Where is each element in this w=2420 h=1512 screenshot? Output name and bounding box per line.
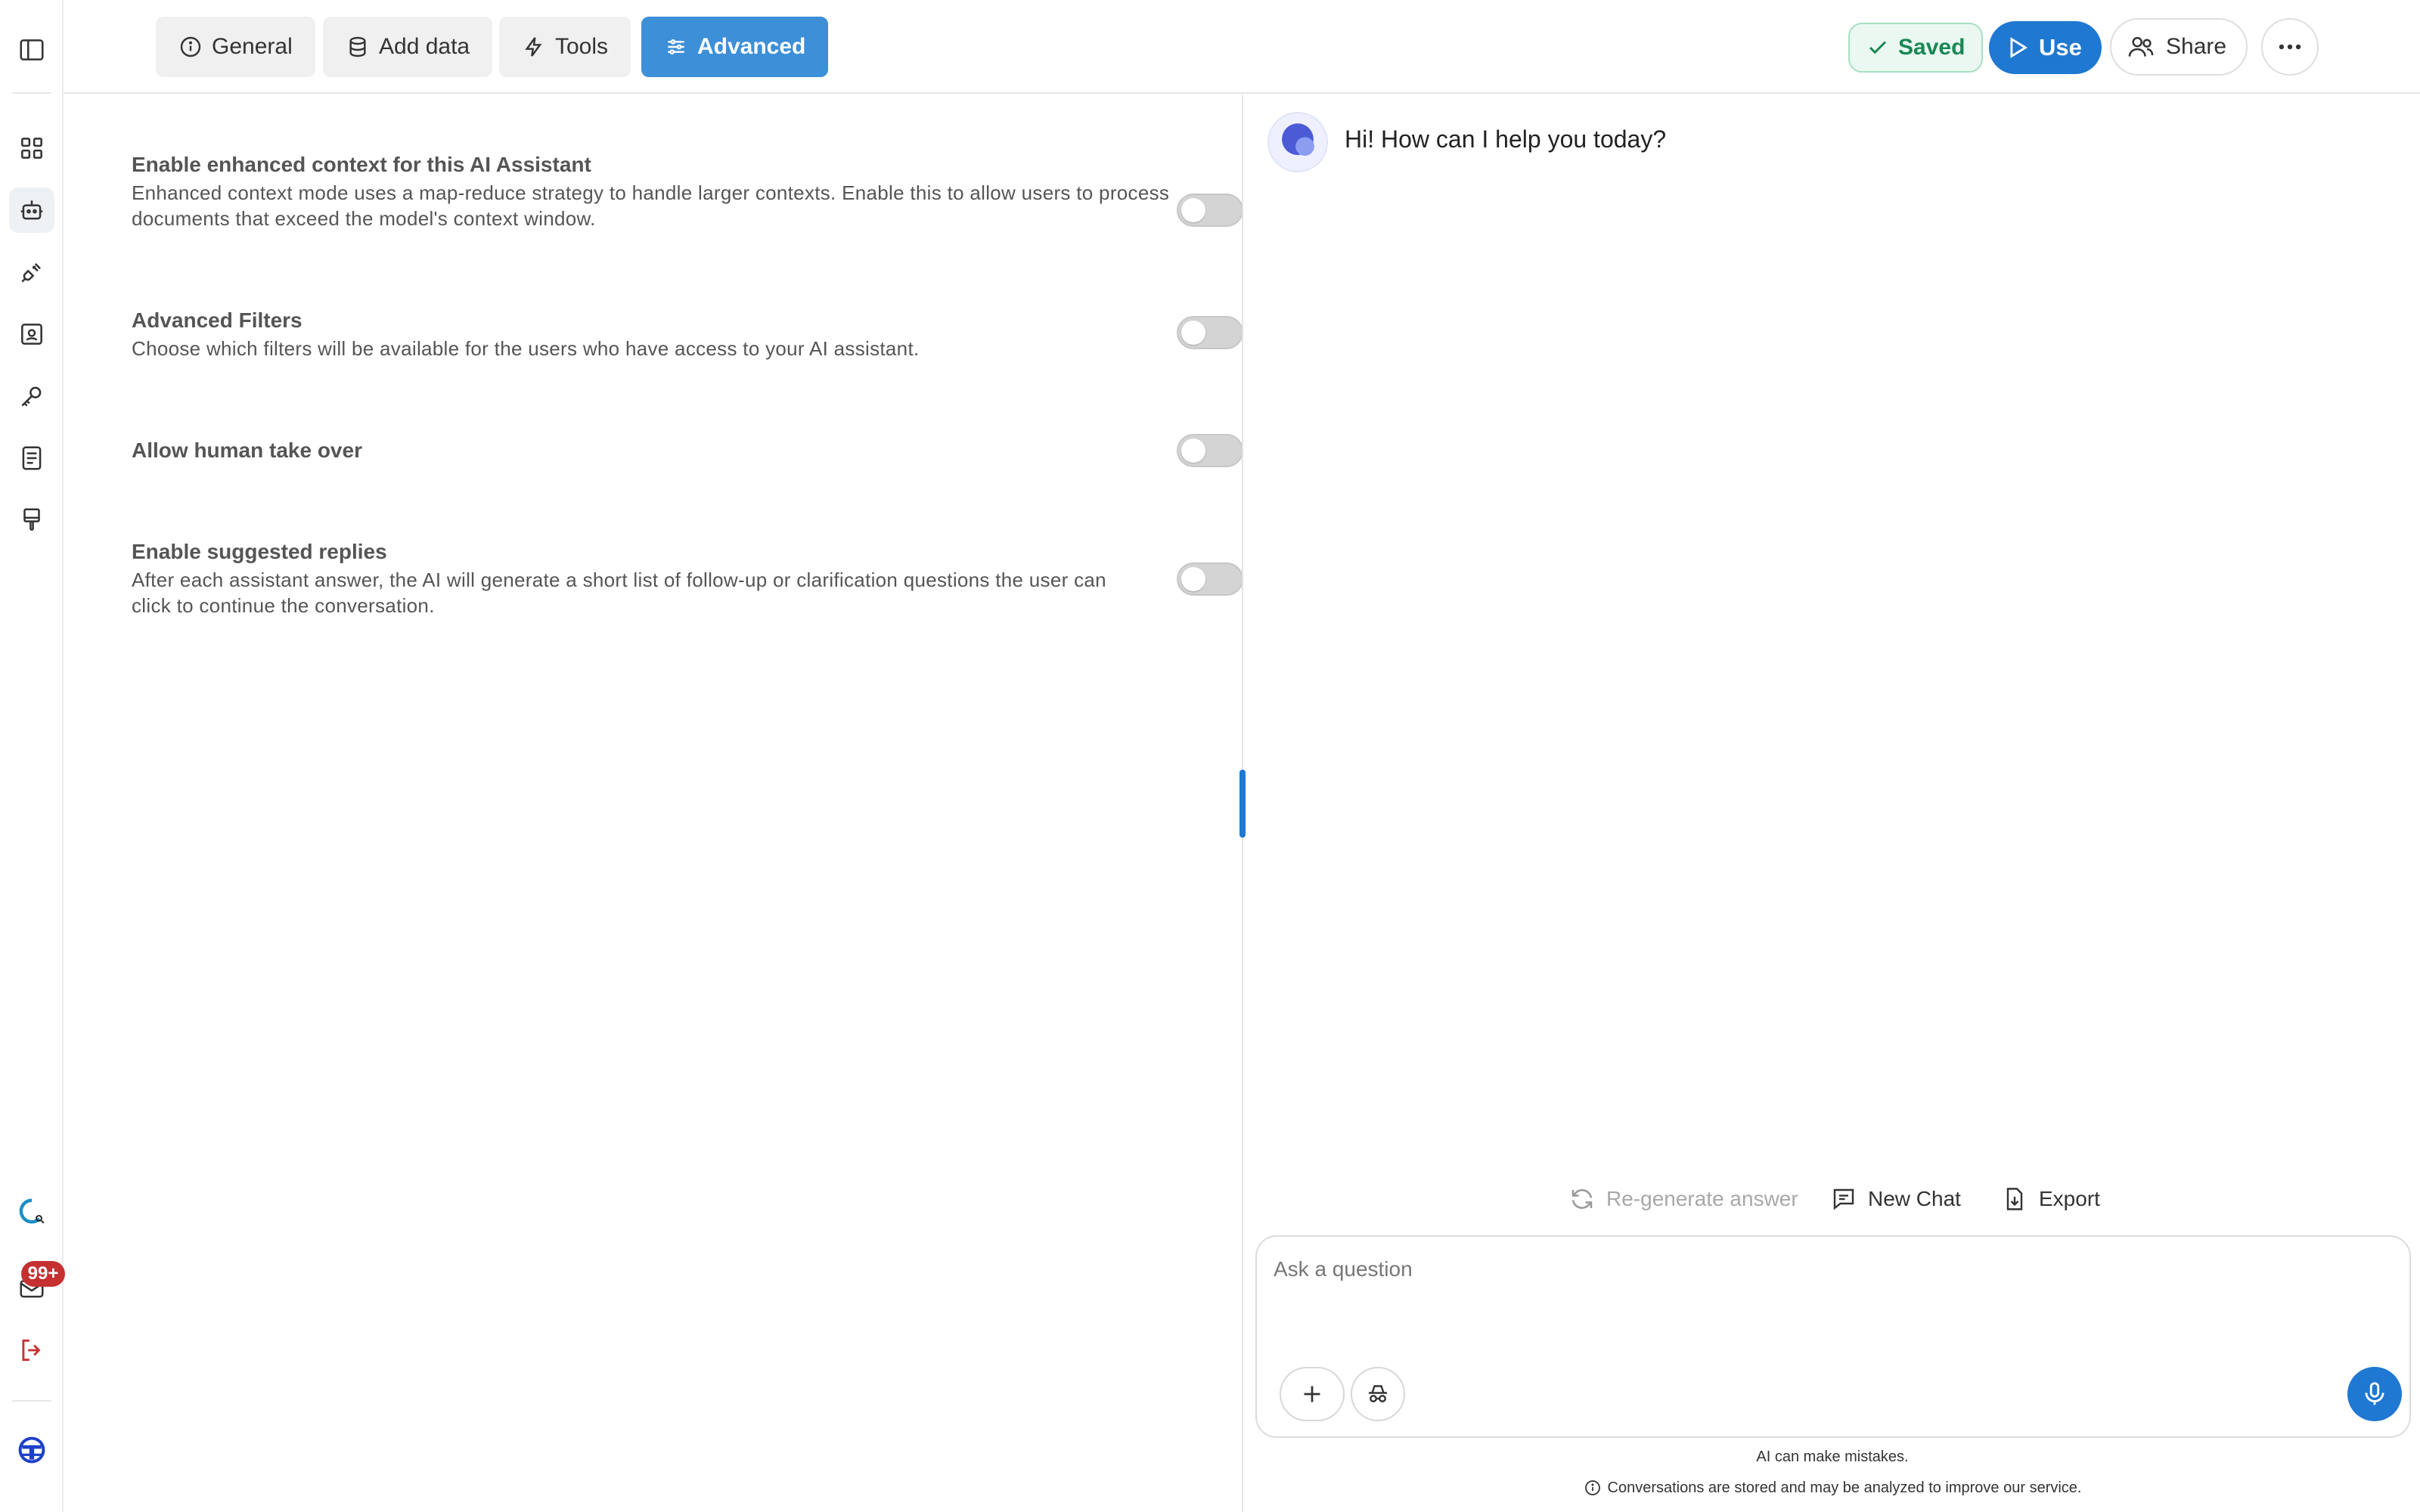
setting-title: Advanced Filters: [132, 308, 302, 332]
new-chat-button[interactable]: New Chat: [1830, 1185, 1961, 1213]
regenerate-label: Re-generate answer: [1606, 1187, 1798, 1210]
chat-composer: [1255, 1235, 2411, 1438]
setting-suggested-replies: Enable suggested replies After each assi…: [132, 537, 1243, 618]
left-rail: 99+: [0, 0, 65, 1512]
logout-icon[interactable]: [9, 1328, 54, 1373]
sliders-icon: [668, 39, 684, 54]
setting-advanced-filters: Advanced Filters Choose which filters wi…: [132, 305, 1243, 361]
setting-title: Enable suggested replies: [132, 540, 387, 563]
tab-advanced[interactable]: Advanced: [641, 17, 829, 77]
storage-notice: Conversations are stored and may be anal…: [1245, 1479, 2420, 1497]
users-icon: [2128, 36, 2154, 57]
saved-label: Saved: [1898, 35, 1965, 60]
microphone-icon: [2365, 1382, 2384, 1405]
export-label: Export: [2039, 1187, 2100, 1210]
microphone-button[interactable]: [2347, 1367, 2402, 1421]
share-button[interactable]: Share: [2110, 18, 2248, 76]
info-icon: [1584, 1480, 1600, 1495]
setting-description: Choose which filters will be available f…: [132, 337, 920, 360]
robot-icon[interactable]: [9, 187, 54, 233]
saved-status: Saved: [1848, 23, 1984, 73]
storage-notice-text: Conversations are stored and may be anal…: [1607, 1479, 2082, 1496]
tab-label: Tools: [555, 34, 609, 59]
sidebar-toggle-icon[interactable]: [9, 27, 54, 73]
tab-general[interactable]: General: [156, 17, 315, 77]
brush-icon[interactable]: [9, 497, 54, 543]
setting-description: After each assistant answer, the AI will…: [132, 569, 1106, 617]
incognito-icon: [1369, 1385, 1387, 1402]
question-input[interactable]: [1274, 1250, 2332, 1288]
tab-label: General: [212, 34, 293, 59]
plus-icon: [1304, 1386, 1320, 1402]
scan-icon[interactable]: [9, 311, 54, 357]
key-icon[interactable]: [9, 373, 54, 419]
tab-label: Add data: [379, 34, 470, 59]
setting-human-takeover: Allow human take over: [132, 434, 1243, 467]
bot-avatar: [1267, 112, 1328, 172]
bolt-icon: [525, 37, 542, 57]
file-download-icon: [2006, 1188, 2023, 1210]
tab-tools[interactable]: Tools: [499, 17, 631, 77]
database-icon: [349, 36, 366, 57]
tab-label: Advanced: [697, 34, 806, 59]
setting-enhanced-context: Enable enhanced context for this AI Assi…: [132, 150, 1243, 231]
enhanced-context-toggle[interactable]: [1177, 194, 1243, 227]
play-icon: [2010, 37, 2028, 58]
more-options-button[interactable]: [2261, 18, 2319, 76]
bot-greeting: Hi! How can I help you today?: [1345, 125, 1667, 153]
share-label: Share: [2166, 34, 2227, 59]
info-icon: [180, 36, 201, 57]
incognito-button[interactable]: [1351, 1367, 1405, 1421]
user-avatar[interactable]: [9, 1427, 54, 1473]
plug-icon[interactable]: [9, 249, 54, 295]
check-icon: [1869, 41, 1887, 54]
refresh-icon: [1571, 1189, 1593, 1209]
chat-panel: Hi! How can I help you today? Re-generat…: [1245, 95, 2420, 1512]
chat-icon: [1833, 1188, 1854, 1210]
document-icon[interactable]: [9, 435, 54, 481]
setting-title: Enable enhanced context for this AI Assi…: [132, 153, 591, 176]
tab-add-data[interactable]: Add data: [323, 17, 493, 77]
ai-disclaimer: AI can make mistakes.: [1756, 1448, 1909, 1465]
use-button[interactable]: Use: [1989, 21, 2102, 74]
use-label: Use: [2039, 34, 2082, 60]
human-takeover-toggle[interactable]: [1177, 434, 1243, 467]
new-chat-label: New Chat: [1868, 1187, 1961, 1210]
grid-icon[interactable]: [9, 125, 54, 171]
notification-badge: 99+: [21, 1261, 65, 1287]
advanced-filters-toggle[interactable]: [1177, 316, 1243, 349]
export-button[interactable]: Export: [2001, 1185, 2100, 1213]
setting-title: Allow human take over: [132, 438, 362, 462]
rail-divider: [12, 92, 51, 94]
attach-button[interactable]: [1280, 1367, 1345, 1421]
setting-description: Enhanced context mode uses a map-reduce …: [132, 181, 1170, 230]
assistant-logo-icon[interactable]: [9, 1188, 54, 1234]
regenerate-button[interactable]: Re-generate answer: [1568, 1185, 1798, 1213]
ellipsis-icon: [2279, 44, 2301, 50]
top-bar: General Add data Tools Advanced Saved Us…: [64, 0, 2420, 94]
rail-divider: [12, 1400, 51, 1402]
suggested-replies-toggle[interactable]: [1177, 562, 1243, 596]
chat-actions: Re-generate answer New Chat Export: [1245, 1185, 2420, 1223]
advanced-settings-panel: Enable enhanced context for this AI Assi…: [64, 95, 1243, 1512]
